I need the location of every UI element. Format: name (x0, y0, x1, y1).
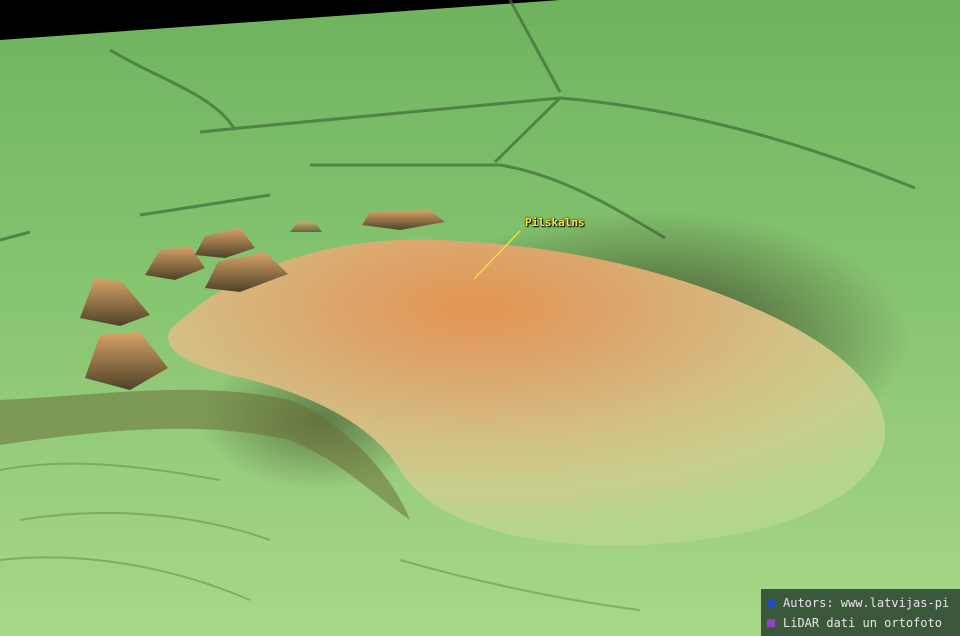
credits-panel: Autors: www.latvijas-pi LiDAR dati un or… (761, 589, 960, 636)
author-swatch-icon (767, 599, 775, 607)
credit-author-text: Autors: www.latvijas-pi (783, 596, 950, 610)
credit-data-source: LiDAR dati un ortofoto (761, 613, 960, 633)
terrain-3d-view[interactable] (0, 0, 960, 636)
data-source-swatch-icon (767, 619, 775, 627)
hillfort-label: Pilskalns (525, 216, 585, 229)
credit-author: Autors: www.latvijas-pi (761, 593, 960, 613)
credit-data-source-text: LiDAR dati un ortofoto (783, 616, 942, 630)
